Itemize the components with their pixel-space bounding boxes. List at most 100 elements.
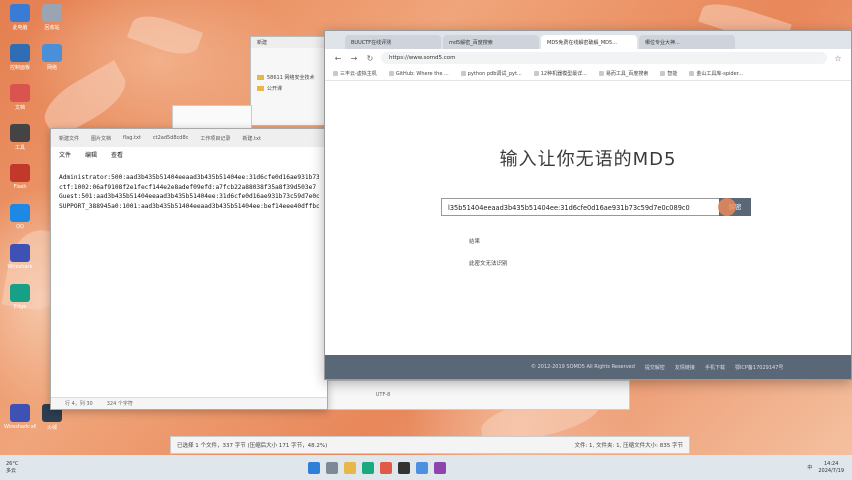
menu-file[interactable]: 文件 xyxy=(59,150,71,159)
desktop-icon[interactable]: 此电脑 xyxy=(4,4,36,40)
notepad-menu-bar: 文件 编辑 查看 xyxy=(51,147,327,161)
start-icon[interactable] xyxy=(308,461,320,474)
clock[interactable]: 14:24 2024/7/19 xyxy=(818,461,844,475)
browser-tab[interactable]: BUUCTF在线评测 xyxy=(345,35,441,49)
desktop-icon-label: 控制面板 xyxy=(9,65,30,71)
notepad-tab[interactable]: 新建.txt xyxy=(242,135,260,142)
desktop-icon-label: 文档 xyxy=(14,105,25,111)
explorer-folder-item[interactable]: 公开课 xyxy=(251,83,329,94)
bookmark-item[interactable]: 三丰云-虚拟主机 xyxy=(333,70,377,77)
file-explorer-window[interactable]: 新建 58611 网络安全技术 公开课 xyxy=(250,36,330,126)
notepad-icon[interactable] xyxy=(416,461,428,474)
app-icon xyxy=(10,124,30,142)
input-language[interactable]: 中 xyxy=(807,464,812,471)
cursor-position: 行 4，列 30 xyxy=(65,401,93,407)
archive-status-left: 已选择 1 个文件，337 字节 (压缩后大小 171 字节，48.2%) xyxy=(177,443,328,449)
archive-status-right: 文件: 1, 文件夹: 1, 压缩文件大小: 835 字节 xyxy=(574,443,683,449)
weather-widget[interactable]: 26°C 多云 xyxy=(0,461,40,475)
footer-link[interactable]: 手机下载 xyxy=(705,364,725,371)
result-label: 结果 xyxy=(469,239,481,245)
footer-link[interactable]: 提交解密 xyxy=(645,364,665,371)
taskbar: 26°C 多云 中 14:24 2024/7/19 xyxy=(0,455,852,480)
bookmark-item[interactable]: 智能 xyxy=(660,70,677,77)
browser-nav-bar: ← → ↻ https://www.somd5.com ☆ xyxy=(325,49,851,67)
bookmark-item[interactable]: python pdb调试_pyt... xyxy=(461,70,522,77)
address-bar[interactable]: https://www.somd5.com xyxy=(381,52,827,64)
desktop-icon-label: Flash xyxy=(13,184,27,190)
text-line: Guest:501:aad3b435b51404eeaad3b435b51404… xyxy=(59,193,319,200)
desktop-icon-label: QQ xyxy=(16,224,24,230)
md5-input[interactable]: l35b51404eeaad3b435b51404ee:31d6cfe0d16a… xyxy=(441,198,719,216)
desktop-icon-label: Wireshark xyxy=(7,264,33,270)
desktop-icon[interactable]: Wireshark-x64 xyxy=(4,404,36,440)
desktop-icon[interactable]: 文档 xyxy=(4,84,36,120)
desktop-icon-label: 火绒 xyxy=(46,425,57,431)
footer-icp[interactable]: 鄂ICP备17029147号 xyxy=(735,364,783,371)
desktop-icon[interactable]: Wireshark xyxy=(4,244,36,280)
notepad-tab[interactable]: 图片文档 xyxy=(91,135,111,142)
notepad-tab[interactable]: 新建文件 xyxy=(59,135,79,142)
page-footer: © 2012-2019 SOMD5 All Rights Reserved 提交… xyxy=(325,355,851,379)
page-title: 输入让你无语的MD5 xyxy=(499,149,677,170)
explorer-folder-item[interactable]: 58611 网络安全技术 xyxy=(251,72,329,83)
app-icon xyxy=(10,4,30,22)
bookmark-item[interactable]: 12种机器模型最详... xyxy=(534,70,587,77)
taskbar-apps xyxy=(308,461,446,474)
desktop-icon-label: 工具 xyxy=(14,145,25,151)
chrome-icon[interactable] xyxy=(380,461,392,474)
desktop-icon-label: 网络 xyxy=(46,65,57,71)
desktop-icon-label: Edge xyxy=(13,304,27,310)
browser-tab-strip: BUUCTF在线评测 md5解密_百度搜索 MD5免费在线解密破解_MD5...… xyxy=(325,31,851,49)
app-icon xyxy=(10,244,30,262)
back-icon[interactable]: ← xyxy=(333,54,343,63)
bookmark-item[interactable]: GitHub: Where the ... xyxy=(389,71,449,77)
search-icon[interactable] xyxy=(326,461,338,474)
browser-tab[interactable]: 哪位专业大神... xyxy=(639,35,735,49)
desktop-icon-label: 回收站 xyxy=(44,25,60,31)
bookmarks-bar: 三丰云-虚拟主机 GitHub: Where the ... python pd… xyxy=(325,67,851,81)
md5-search-row: l35b51404eeaad3b435b51404ee:31d6cfe0d16a… xyxy=(441,198,751,216)
desktop-icon[interactable]: 工具 xyxy=(4,124,36,160)
folder-icon xyxy=(257,86,264,91)
notepad-status-bar: 行 4，列 30 324 个字符 xyxy=(51,397,327,409)
star-icon[interactable]: ☆ xyxy=(833,54,843,63)
notepad-text-area[interactable]: Administrator:500:aad3b435b51404eeaad3b4… xyxy=(51,161,327,211)
char-count: 324 个字符 xyxy=(106,401,133,407)
app-icon[interactable] xyxy=(434,461,446,474)
desktop-icon[interactable]: QQ xyxy=(4,204,36,240)
app-icon xyxy=(10,164,30,182)
terminal-icon[interactable] xyxy=(398,461,410,474)
mouse-cursor-highlight xyxy=(718,198,736,216)
explorer-icon[interactable] xyxy=(344,461,356,474)
desktop-icon[interactable]: 控制面板 xyxy=(4,44,36,80)
result-text: 此密文无法识别 xyxy=(469,261,508,267)
desktop-icon[interactable]: 网络 xyxy=(36,44,68,80)
footer-link[interactable]: 友情链接 xyxy=(675,364,695,371)
notepad-tab[interactable]: 工作项目记录 xyxy=(200,135,230,142)
browser-tab-active[interactable]: MD5免费在线解密破解_MD5... xyxy=(541,35,637,49)
forward-icon[interactable]: → xyxy=(349,54,359,63)
app-icon xyxy=(10,284,30,302)
browser-icon[interactable] xyxy=(362,461,374,474)
menu-view[interactable]: 查看 xyxy=(111,150,123,159)
desktop-icon[interactable]: Edge xyxy=(4,284,36,320)
reload-icon[interactable]: ↻ xyxy=(365,54,375,63)
bookmark-item[interactable]: 金山工具库-spider... xyxy=(689,70,743,77)
footer-copyright: © 2012-2019 SOMD5 All Rights Reserved xyxy=(531,364,635,370)
notepad-tab[interactable]: ct2ad5d8cd8c xyxy=(153,135,189,141)
bookmark-item[interactable]: 易而工具_百度搜索 xyxy=(599,70,649,77)
web-page: 输入让你无语的MD5 l35b51404eeaad3b435b51404ee:3… xyxy=(325,81,851,379)
desktop-icon[interactable]: Flash xyxy=(4,164,36,200)
desktop-icon-label: 此电脑 xyxy=(12,25,28,31)
app-icon xyxy=(10,204,30,222)
text-line: Administrator:500:aad3b435b51404eeaad3b4… xyxy=(59,174,319,181)
status-item: UTF-8 xyxy=(375,392,391,398)
desktop-icon[interactable]: 回收站 xyxy=(36,4,68,40)
app-icon xyxy=(10,404,30,422)
notepad-tab[interactable]: flag.txt xyxy=(123,135,141,141)
menu-edit[interactable]: 编辑 xyxy=(85,150,97,159)
archive-status-bar: 已选择 1 个文件，337 字节 (压缩后大小 171 字节，48.2%) 文件… xyxy=(170,436,690,454)
browser-tab[interactable]: md5解密_百度搜索 xyxy=(443,35,539,49)
browser-window[interactable]: BUUCTF在线评测 md5解密_百度搜索 MD5免费在线解密破解_MD5...… xyxy=(324,30,852,380)
notepad-window[interactable]: 新建文件 图片文档 flag.txt ct2ad5d8cd8c 工作项目记录 新… xyxy=(50,128,328,410)
